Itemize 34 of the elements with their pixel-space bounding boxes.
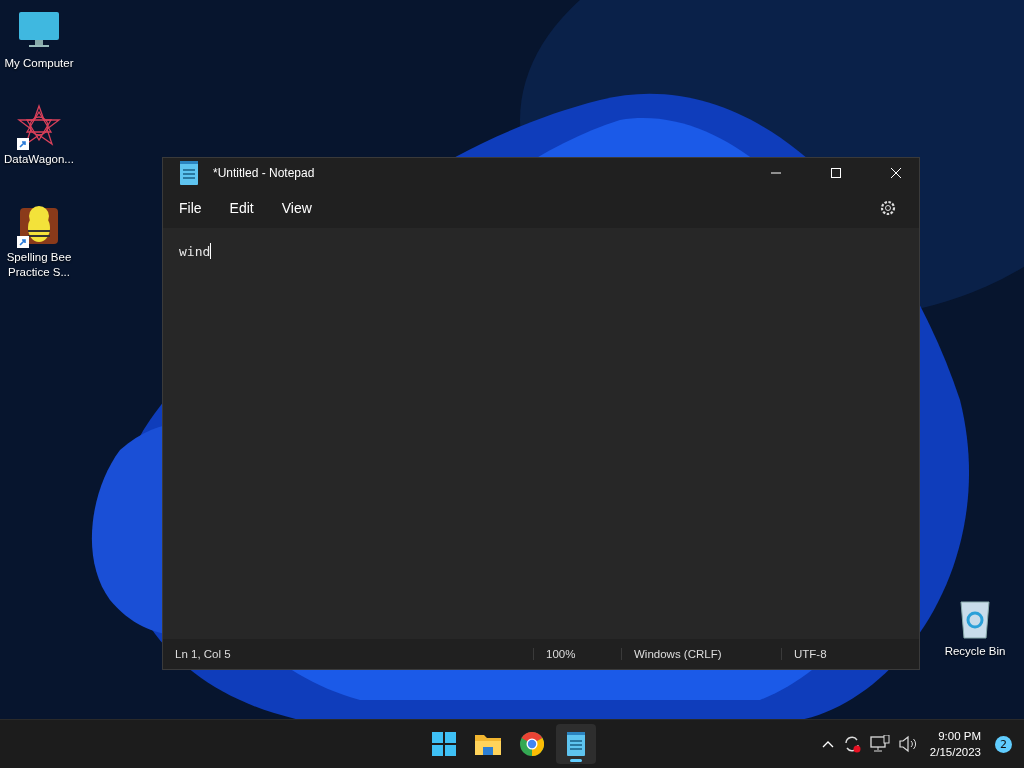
chrome-icon — [520, 732, 544, 757]
desktop-icon[interactable]: Recycle Bin — [936, 596, 1014, 659]
status-text: UTF-8 — [781, 648, 901, 660]
clock[interactable]: 9:00 PM 2/15/2023 — [929, 728, 981, 761]
star-icon — [17, 104, 61, 148]
windows-logo-icon — [432, 732, 456, 757]
clock-date: 2/15/2023 — [929, 745, 981, 761]
desktop-icon-label: My Computer — [4, 56, 74, 71]
folder-icon — [475, 733, 501, 756]
text-editor[interactable]: wind — [163, 228, 919, 639]
settings-icon — [880, 200, 896, 216]
desktop-icon-label: Spelling Bee Practice S... — [6, 250, 72, 280]
status-text: Ln 1, Col 5 — [174, 648, 232, 660]
clock-time: 9:00 PM — [938, 729, 981, 745]
desktop-icon[interactable]: My Computer — [0, 8, 78, 71]
desktop-icon[interactable]: Spelling Bee Practice S... — [0, 202, 78, 280]
volume-icon[interactable] — [897, 735, 918, 754]
taskbar-app-button[interactable] — [556, 724, 596, 765]
menu-item[interactable]: Edit — [221, 196, 266, 220]
notepad-icon — [179, 161, 199, 185]
menu-item[interactable]: View — [273, 196, 324, 220]
window-title: *Untitled - Notepad — [213, 166, 316, 180]
notepad-icon — [566, 732, 586, 757]
menu-item[interactable]: File — [171, 196, 214, 220]
desktop-icon-label: DataWagon... — [4, 152, 74, 167]
desktop-icon-label: Recycle Bin — [944, 644, 1006, 659]
chevron-up-icon[interactable] — [821, 740, 834, 749]
close-icon — [891, 168, 901, 178]
network-icon[interactable] — [869, 735, 890, 754]
maximize-icon — [831, 168, 841, 178]
notification-badge[interactable]: 2 — [995, 735, 1012, 753]
desktop-icon[interactable]: DataWagon... — [0, 104, 78, 167]
status-text: Windows (CRLF) — [621, 648, 781, 660]
status-text: 100% — [533, 648, 621, 660]
